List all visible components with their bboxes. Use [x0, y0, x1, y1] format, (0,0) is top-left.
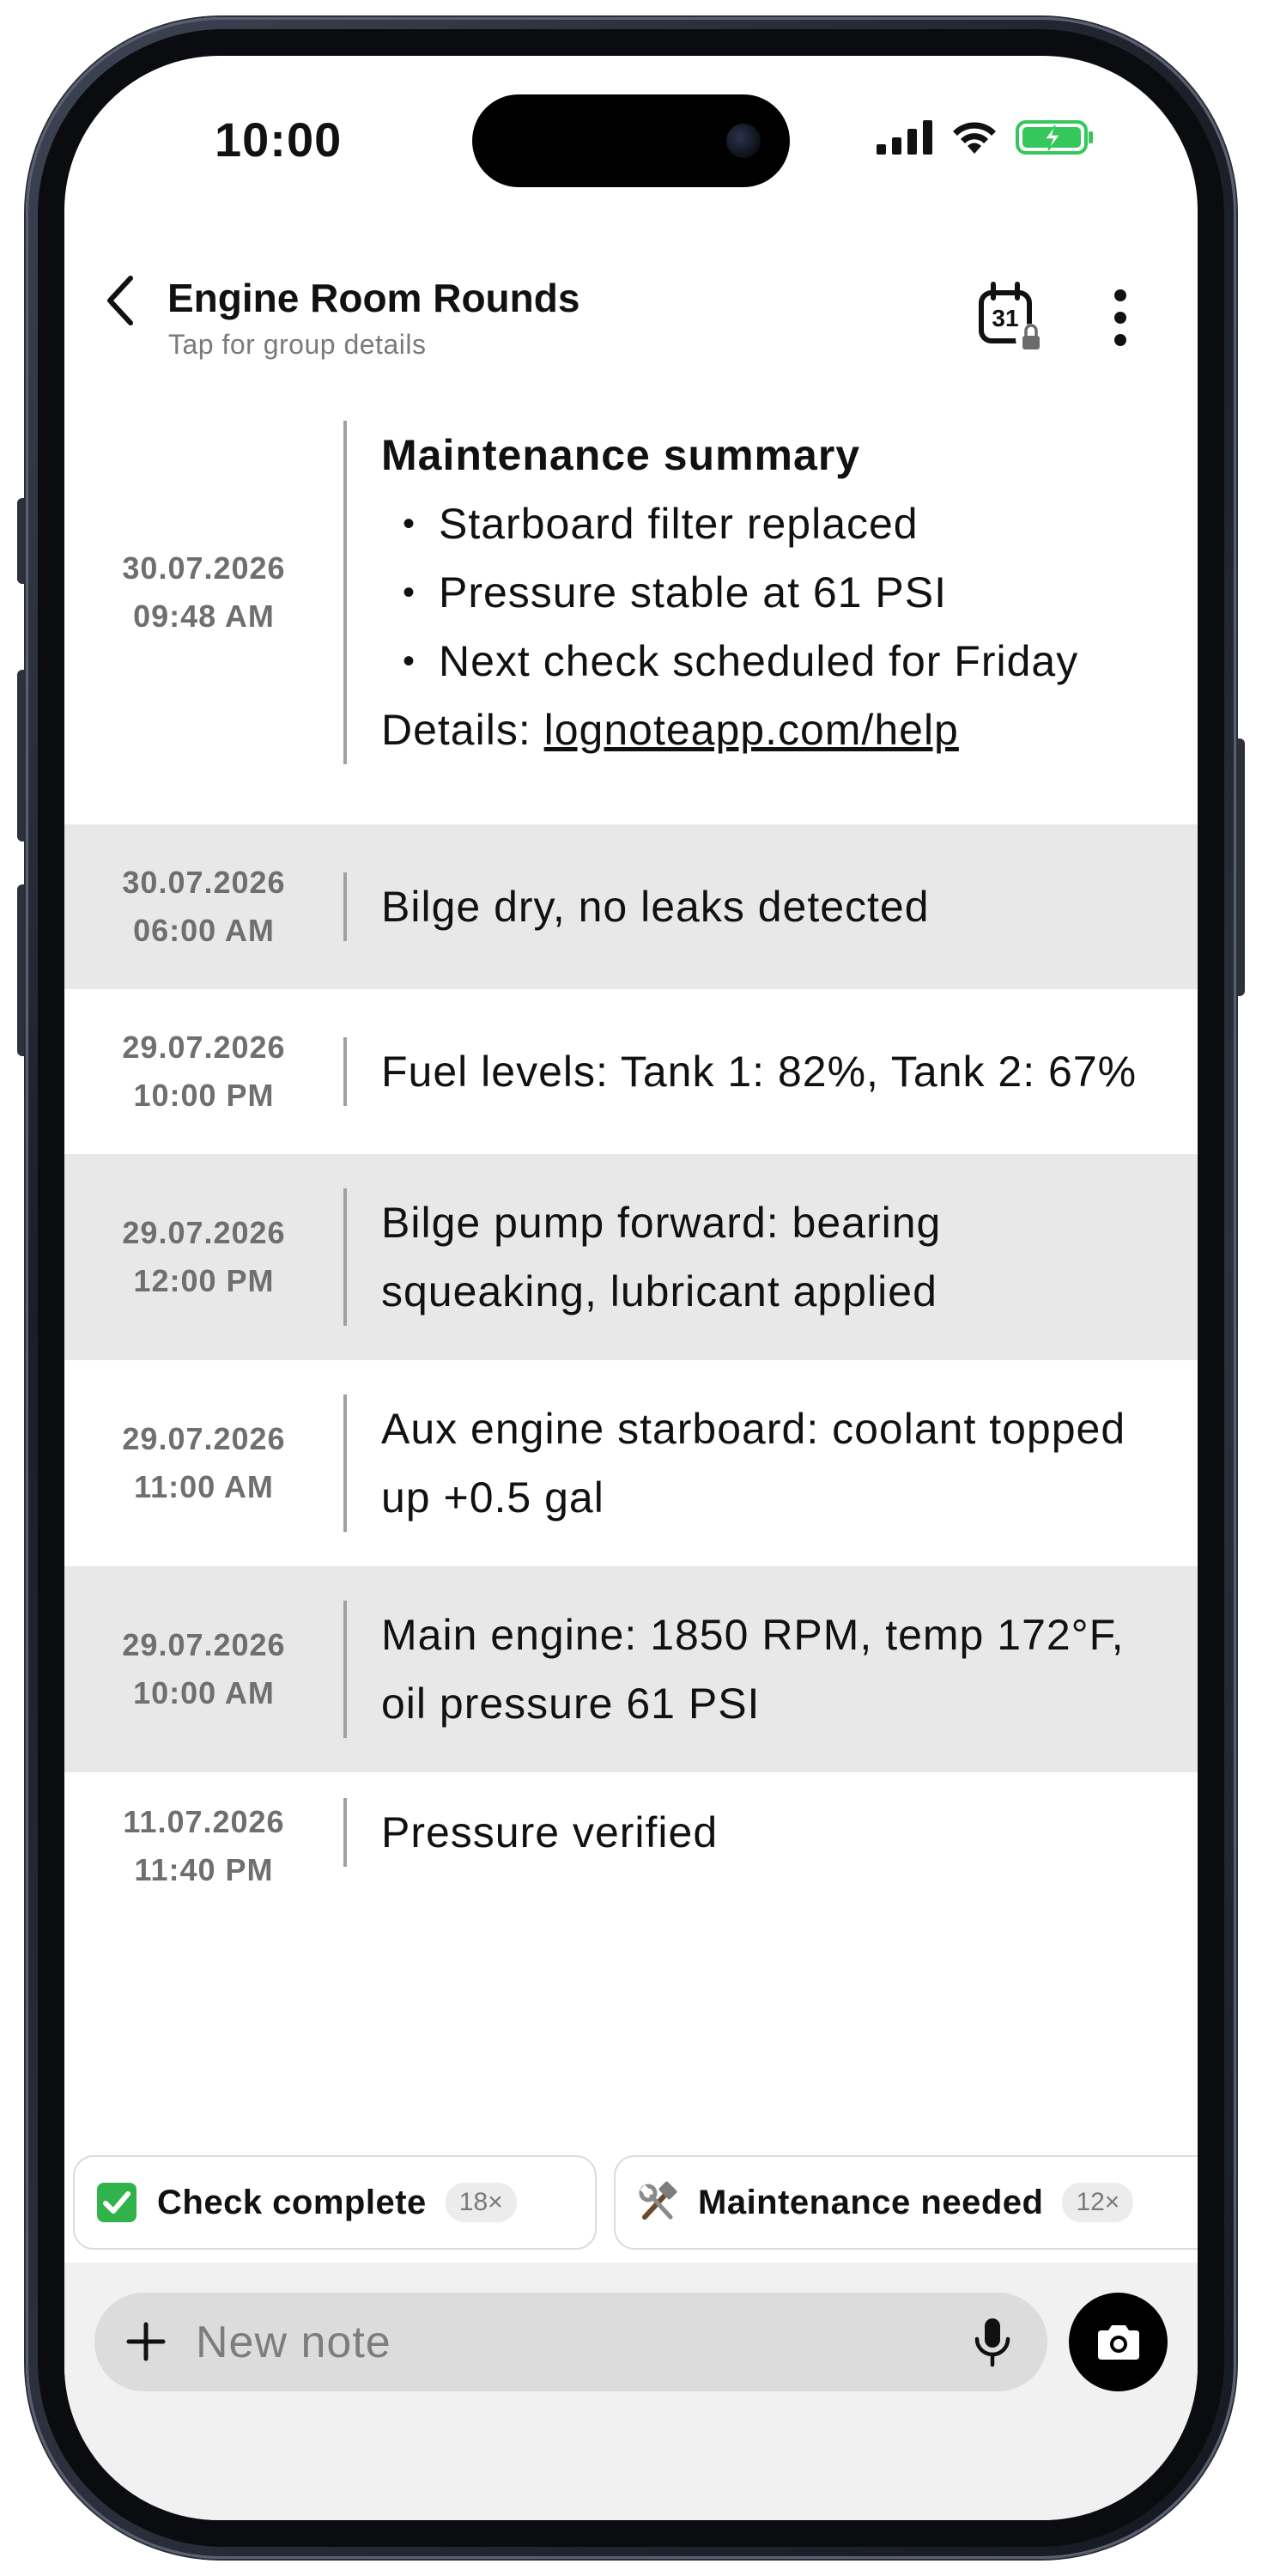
- wifi-icon: [953, 122, 996, 154]
- phone-screen: 10:00 Engine Room Rounds Tap for group d…: [64, 56, 1198, 2520]
- note-content: Bilge dry, no leaks detected: [343, 872, 1198, 941]
- group-title[interactable]: Engine Room Rounds: [167, 275, 579, 321]
- note-timestamp: 30.07.2026 06:00 AM: [64, 859, 343, 955]
- note-content: Fuel levels: Tank 1: 82%, Tank 2: 67%: [343, 1037, 1198, 1106]
- note-date: 29.07.2026: [122, 1627, 286, 1662]
- note-bullet: Starboard filter replaced: [403, 489, 1155, 558]
- note-time: 09:48 AM: [133, 598, 275, 634]
- note-date: 29.07.2026: [122, 1215, 286, 1250]
- note-time: 10:00 AM: [133, 1675, 275, 1710]
- back-button[interactable]: [90, 266, 150, 335]
- note-row[interactable]: 29.07.2026 12:00 PM Bilge pump forward: …: [64, 1154, 1198, 1360]
- note-timestamp: 29.07.2026 10:00 PM: [64, 1024, 343, 1120]
- more-dot: [1114, 312, 1126, 324]
- composer-bar: New note: [64, 2263, 1198, 2520]
- status-time: 10:00: [215, 112, 343, 167]
- note-bullet-list: Starboard filter replaced Pressure stabl…: [381, 489, 1155, 696]
- camera-icon: [1097, 2324, 1139, 2360]
- note-time: 06:00 AM: [133, 913, 275, 948]
- note-row[interactable]: 29.07.2026 10:00 AM Main engine: 1850 RP…: [64, 1566, 1198, 1772]
- note-content: Pressure verified: [343, 1798, 1198, 1867]
- note-timestamp: 29.07.2026 11:00 AM: [64, 1415, 343, 1511]
- note-timestamp: 29.07.2026 12:00 PM: [64, 1209, 343, 1305]
- quick-tag-maintenance-needed[interactable]: Maintenance needed 12×: [614, 2155, 1198, 2250]
- note-date: 11.07.2026: [123, 1804, 285, 1839]
- more-options-button[interactable]: [1095, 279, 1146, 356]
- quick-tag-check-complete[interactable]: Check complete 18×: [73, 2155, 597, 2250]
- cellular-signal-icon: [877, 120, 932, 155]
- camera-button[interactable]: [1069, 2293, 1168, 2391]
- note-timestamp: 30.07.2026 09:48 AM: [64, 544, 343, 641]
- chip-label: Maintenance needed: [698, 2183, 1044, 2221]
- note-timestamp: 11.07.2026 11:40 PM: [64, 1798, 343, 1894]
- note-time: 12:00 PM: [133, 1263, 275, 1298]
- note-row[interactable]: 11.07.2026 11:40 PM Pressure verified: [64, 1772, 1198, 1894]
- status-bar: 10:00: [64, 56, 1198, 228]
- quick-tags-bar: Check complete 18× Maintenance needed 12…: [64, 2147, 1198, 2263]
- note-details-link[interactable]: lognoteapp.com/help: [544, 706, 959, 754]
- chevron-left-icon: [107, 276, 133, 325]
- note-row[interactable]: 29.07.2026 11:00 AM Aux engine starboard…: [64, 1360, 1198, 1566]
- more-dot: [1114, 334, 1126, 346]
- note-bullet: Pressure stable at 61 PSI: [403, 558, 1155, 627]
- note-date: 29.07.2026: [122, 1421, 286, 1456]
- calendar-day: 31: [992, 305, 1019, 331]
- notes-list[interactable]: 30.07.2026 09:48 AM Maintenance summary …: [64, 386, 1198, 2147]
- check-mark-icon: [97, 2183, 137, 2222]
- calendar-lock-button[interactable]: 31: [974, 279, 1052, 356]
- new-note-placeholder: New note: [196, 2318, 391, 2367]
- chip-count: 18×: [445, 2183, 517, 2222]
- note-content: Main engine: 1850 RPM, temp 172°F, oil p…: [343, 1601, 1198, 1738]
- note-content: Maintenance summary Starboard filter rep…: [343, 421, 1198, 764]
- note-bullet: Next check scheduled for Friday: [403, 627, 1155, 696]
- note-heading: Maintenance summary: [381, 431, 861, 479]
- note-row[interactable]: 29.07.2026 10:00 PM Fuel levels: Tank 1:…: [64, 989, 1198, 1154]
- note-date: 29.07.2026: [122, 1030, 286, 1065]
- note-date: 30.07.2026: [122, 865, 286, 900]
- note-timestamp: 29.07.2026 10:00 AM: [64, 1621, 343, 1717]
- note-time: 10:00 PM: [133, 1078, 275, 1113]
- group-details-hint[interactable]: Tap for group details: [168, 329, 426, 361]
- chip-count: 12×: [1062, 2183, 1134, 2222]
- note-content: Aux engine starboard: coolant topped up …: [343, 1394, 1198, 1532]
- hammer-wrench-icon: [639, 2181, 677, 2220]
- new-note-input[interactable]: New note: [94, 2293, 1047, 2391]
- note-details-label: Details:: [381, 706, 544, 754]
- battery-charging-icon: [1016, 120, 1093, 155]
- dynamic-island: [472, 94, 790, 187]
- front-camera: [726, 124, 761, 158]
- note-details: Details: lognoteapp.com/help: [381, 696, 1155, 764]
- note-content: Bilge pump forward: bearing squeaking, l…: [343, 1188, 1198, 1326]
- chat-header: Engine Room Rounds Tap for group details…: [64, 228, 1198, 365]
- status-icons: [877, 116, 1095, 159]
- note-time: 11:40 PM: [134, 1852, 274, 1887]
- plus-icon[interactable]: [124, 2320, 167, 2363]
- note-time: 11:00 AM: [134, 1469, 274, 1504]
- note-date: 30.07.2026: [122, 550, 286, 586]
- note-row[interactable]: 30.07.2026 09:48 AM Maintenance summary …: [64, 386, 1198, 824]
- more-dot: [1114, 289, 1126, 301]
- note-row[interactable]: 30.07.2026 06:00 AM Bilge dry, no leaks …: [64, 824, 1198, 989]
- microphone-icon[interactable]: [972, 2317, 1013, 2368]
- chip-label: Check complete: [157, 2183, 427, 2221]
